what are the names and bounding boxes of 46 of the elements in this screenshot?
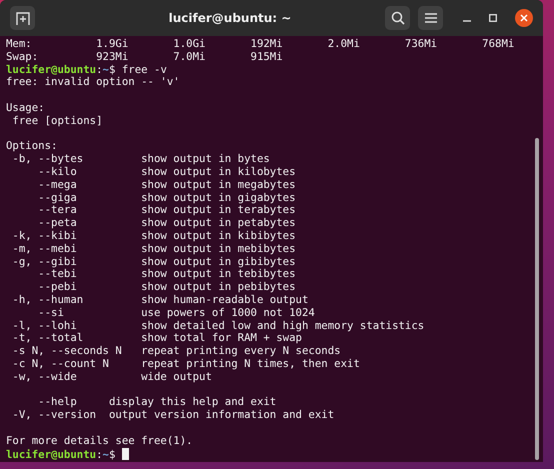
output-line: -k, --kibi show output in kibibytes — [11, 228, 296, 242]
close-icon[interactable] — [515, 9, 533, 27]
prompt-path: ~ — [102, 448, 109, 460]
new-tab-icon — [16, 12, 30, 24]
prompt-separator: : — [96, 448, 103, 460]
output-line: -c N, --count N repeat printing N times, then exit — [11, 356, 360, 370]
output-line: -m, --mebi show output in mebibytes — [11, 242, 296, 255]
output-line: --tera show output in terabytes — [37, 203, 296, 216]
output-line: --peta show output in petabytes — [37, 216, 296, 230]
output-line: -h, --human show human-readable output — [11, 292, 308, 306]
output-line: Swap: 923Mi 7.0Mi 915Mi — [6, 50, 283, 63]
output-line: -t, --total show total for RAM + swap — [11, 331, 302, 344]
output-line: -s N, --seconds N repeat printing every N seconds — [11, 344, 341, 358]
output-line: Usage: — [6, 100, 45, 114]
output-line: -V, --version output version information and exit — [11, 408, 334, 422]
output-line: Options: — [6, 139, 58, 152]
prompt-user: lucifer@ubuntu — [6, 62, 96, 76]
output-line: --pebi show output in pebibytes — [37, 280, 296, 294]
menu-icon — [424, 13, 436, 23]
search-button[interactable] — [385, 6, 410, 30]
output-line: --tebi show output in tebibytes — [37, 267, 296, 280]
output-line: -w, --wide wide output — [11, 370, 212, 383]
search-icon — [390, 11, 404, 25]
prompt-separator: : — [96, 62, 103, 76]
prompt-symbol: $ — [108, 448, 116, 460]
menu-button[interactable] — [418, 6, 443, 30]
output-line: --mega show output in megabytes — [37, 178, 296, 191]
scrollbar-thumb[interactable] — [535, 138, 539, 460]
output-line: -g, --gibi show output in gibibytes — [11, 254, 296, 268]
prompt-user: lucifer@ubuntu — [6, 448, 96, 460]
prompt-path: ~ — [102, 62, 109, 76]
output-line: --kilo show output in kilobytes — [37, 164, 296, 178]
output-line: Mem: 1.9Gi 1.0Gi 192Mi 2.0Mi 736Mi 768Mi — [6, 37, 514, 50]
new-tab-button[interactable] — [10, 6, 35, 30]
output-line: For more details see free(1). — [6, 434, 193, 447]
output-line: -l, --lohi show detailed low and high memory statistics — [11, 318, 424, 332]
maximize-icon[interactable] — [489, 14, 497, 22]
output-line: --si use powers of 1000 not 1024 — [37, 306, 315, 319]
window-title: lucifer@ubuntu: ~ — [168, 11, 292, 25]
command-text: free -v — [122, 62, 167, 76]
output-line: --help display this help and exit — [37, 395, 276, 408]
output-line: free: invalid option -- 'v' — [6, 75, 180, 88]
output-line: --giga show output in gigabytes — [37, 190, 296, 204]
prompt-symbol: $ — [108, 62, 116, 76]
output-line: free [options] — [11, 114, 103, 127]
output-line: -b, --bytes show output in bytes — [11, 152, 270, 166]
